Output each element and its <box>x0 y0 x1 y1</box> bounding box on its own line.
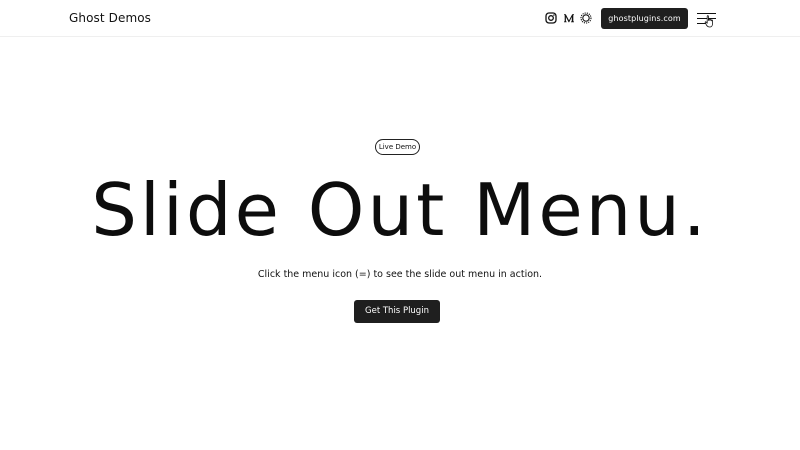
ghostplugins-button[interactable]: ghostplugins.com <box>601 8 688 29</box>
site-header: Ghost Demos ghostplugins.com <box>0 0 800 37</box>
hand-pointer-cursor-icon <box>704 15 715 28</box>
site-title-link[interactable]: Ghost Demos <box>69 11 151 25</box>
live-demo-badge: Live Demo <box>375 139 420 155</box>
sun-icon[interactable] <box>580 12 592 24</box>
hero-subtitle: Click the menu icon (=) to see the slide… <box>257 269 543 280</box>
medium-icon[interactable] <box>563 12 575 24</box>
menu-bar-top <box>697 13 716 14</box>
instagram-icon[interactable] <box>545 12 557 24</box>
hero-title: Slide Out Menu. <box>91 168 709 252</box>
get-this-plugin-button[interactable]: Get This Plugin <box>354 300 440 323</box>
page: Ghost Demos ghostplugins.com Live Demo S… <box>0 0 800 450</box>
